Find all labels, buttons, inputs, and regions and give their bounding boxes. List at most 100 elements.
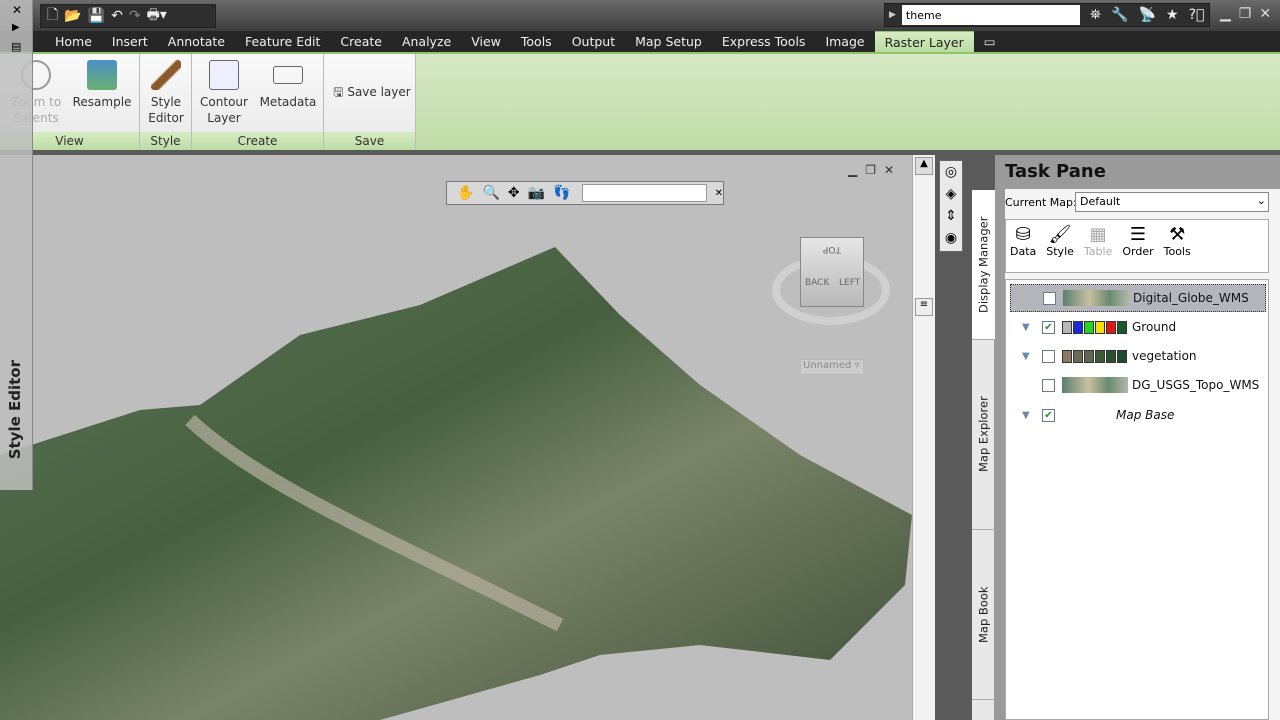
- style-editor-button[interactable]: Style Editor: [144, 60, 188, 126]
- paintbrush-icon: [151, 60, 181, 90]
- collapse-icon[interactable]: ▼: [1022, 410, 1030, 421]
- color-swatch: [1084, 321, 1094, 334]
- color-swatch: [1095, 321, 1105, 334]
- color-swatch: [1106, 321, 1116, 334]
- tab-output[interactable]: Output: [562, 31, 625, 52]
- layer-map-base[interactable]: ▼✔Map Base: [1010, 401, 1266, 429]
- map-viewport[interactable]: ✋ 🔍 ✥ 📷 👣 ✕ ▁ ❐ ✕ TOP BACK LEFT Unnamed ▿: [0, 155, 912, 720]
- orbit-icon[interactable]: ✥: [508, 185, 520, 201]
- tab-map-book[interactable]: Map Book: [972, 530, 995, 700]
- pan-icon[interactable]: ✋: [457, 185, 474, 201]
- layer-digital-globe-wms[interactable]: Digital_Globe_WMS: [1010, 284, 1266, 312]
- layer-dg-usgs-topo-wms[interactable]: DG_USGS_Topo_WMS: [1010, 371, 1266, 399]
- save-layer-button[interactable]: 🖫 Save layer: [330, 84, 414, 100]
- close-icon[interactable]: ✕: [715, 188, 723, 199]
- properties-icon[interactable]: ▤: [11, 40, 21, 53]
- collapse-icon[interactable]: ▼: [1022, 322, 1030, 333]
- tab-map-explorer[interactable]: Map Explorer: [972, 340, 995, 530]
- view-select[interactable]: [582, 184, 706, 202]
- tab-view[interactable]: View: [461, 31, 511, 52]
- color-swatch: [1095, 350, 1105, 363]
- pan-tool-icon[interactable]: ◈: [940, 183, 962, 205]
- new-icon[interactable]: 🗋: [47, 4, 58, 28]
- expand-icon[interactable]: ▶: [889, 10, 896, 20]
- current-map-select[interactable]: Default⌄: [1075, 192, 1269, 212]
- viewport-scrollbar[interactable]: ▲ ≡: [912, 155, 935, 720]
- tab-analyze[interactable]: Analyze: [392, 31, 461, 52]
- layer-checkbox[interactable]: ✔: [1042, 409, 1055, 422]
- panel-title: Create: [192, 132, 323, 150]
- close-icon[interactable]: ✕: [12, 3, 22, 17]
- layer-ground[interactable]: ▼✔Ground: [1010, 313, 1266, 341]
- layer-name: vegetation: [1132, 349, 1197, 363]
- search-box: ▶ ⛯ 🔧 📡 ★ ?⃝: [884, 3, 1210, 27]
- layer-checkbox[interactable]: [1042, 350, 1055, 363]
- order-button[interactable]: ☰Order: [1122, 224, 1153, 268]
- tab-annotate[interactable]: Annotate: [158, 31, 235, 52]
- open-icon[interactable]: 📂: [64, 8, 81, 24]
- key-icon[interactable]: 🔧: [1111, 7, 1128, 23]
- minimize-icon[interactable]: ▁: [848, 163, 857, 177]
- tools-button[interactable]: ⚒Tools: [1164, 224, 1191, 268]
- tab-display-manager[interactable]: Display Manager: [972, 190, 995, 340]
- restore-icon[interactable]: ❐: [865, 163, 876, 177]
- data-button[interactable]: ⛁Data: [1010, 224, 1036, 268]
- help-icon[interactable]: ?⃝: [1189, 7, 1205, 23]
- layer-list: Digital_Globe_WMS ▼✔Ground ▼vegetation D…: [1005, 279, 1269, 720]
- search-input[interactable]: [902, 5, 1080, 25]
- tab-home[interactable]: Home: [45, 31, 102, 52]
- tab-express-tools[interactable]: Express Tools: [712, 31, 816, 52]
- color-swatch: [1117, 350, 1127, 363]
- layer-checkbox[interactable]: [1042, 379, 1055, 392]
- style-swatches: [1062, 350, 1128, 363]
- chevron-down-icon: ⌄: [1257, 194, 1266, 207]
- minimize-icon[interactable]: ▁: [1220, 6, 1231, 22]
- style-button[interactable]: 🖌Style: [1046, 224, 1074, 268]
- close-icon[interactable]: ✕: [884, 163, 894, 177]
- collapse-icon[interactable]: ▼: [1022, 351, 1030, 362]
- tab-tools[interactable]: Tools: [511, 31, 562, 52]
- star-icon[interactable]: ★: [1166, 7, 1179, 23]
- viewcube[interactable]: TOP BACK LEFT: [800, 237, 864, 307]
- layer-checkbox[interactable]: ✔: [1042, 321, 1055, 334]
- print-icon[interactable]: 🖶▾: [147, 4, 167, 28]
- create-panel: Contour Layer Metadata Create: [192, 54, 324, 150]
- table-button[interactable]: ▦Table: [1084, 224, 1112, 268]
- view-name-dropdown[interactable]: Unnamed ▿: [800, 359, 864, 375]
- layer-thumbnail: [1063, 290, 1129, 306]
- orbit-tool-icon[interactable]: ⇕: [940, 205, 962, 227]
- binoculars-icon[interactable]: ⛯: [1090, 7, 1101, 23]
- autohide-icon[interactable]: ▶: [12, 22, 20, 33]
- color-swatch: [1117, 321, 1127, 334]
- tab-map-setup[interactable]: Map Setup: [625, 31, 712, 52]
- tab-image[interactable]: Image: [815, 31, 874, 52]
- save-layer-icon: 🖫: [333, 85, 347, 99]
- navigation-bar: ◎◈⇕◉: [939, 160, 963, 252]
- minimize-ribbon-icon[interactable]: ▭: [974, 31, 1006, 52]
- resample-icon: [87, 60, 117, 90]
- restore-icon[interactable]: ❐: [1239, 6, 1252, 22]
- resample-button[interactable]: Resample: [72, 60, 132, 110]
- metadata-button[interactable]: Metadata: [256, 60, 320, 110]
- layer-checkbox[interactable]: [1043, 292, 1056, 305]
- tab-insert[interactable]: Insert: [102, 31, 158, 52]
- viewcube-top-label: TOP: [823, 244, 841, 254]
- tab-raster-layer[interactable]: Raster Layer: [875, 31, 974, 52]
- undo-icon[interactable]: ↶: [111, 8, 123, 24]
- zoom-icon[interactable]: 🔍: [482, 185, 499, 201]
- steering-wheel-icon[interactable]: ◎: [940, 161, 962, 183]
- camera-icon[interactable]: 📷: [528, 185, 545, 201]
- tab-create[interactable]: Create: [330, 31, 392, 52]
- satellite-icon[interactable]: 📡: [1139, 7, 1156, 23]
- globe-icon[interactable]: ◉: [940, 227, 962, 249]
- walk-icon[interactable]: 👣: [553, 185, 570, 201]
- layer-name: Digital_Globe_WMS: [1133, 291, 1249, 305]
- scroll-thumb[interactable]: ≡: [915, 298, 933, 316]
- layer-vegetation[interactable]: ▼ vegetation: [1010, 342, 1266, 370]
- save-icon[interactable]: 💾: [88, 8, 105, 24]
- close-icon[interactable]: ✕: [1259, 6, 1271, 22]
- scroll-up-icon[interactable]: ▲: [915, 157, 933, 175]
- redo-icon[interactable]: ↷: [129, 8, 141, 24]
- contour-layer-button[interactable]: Contour Layer: [198, 60, 250, 126]
- tab-feature-edit[interactable]: Feature Edit: [235, 31, 330, 52]
